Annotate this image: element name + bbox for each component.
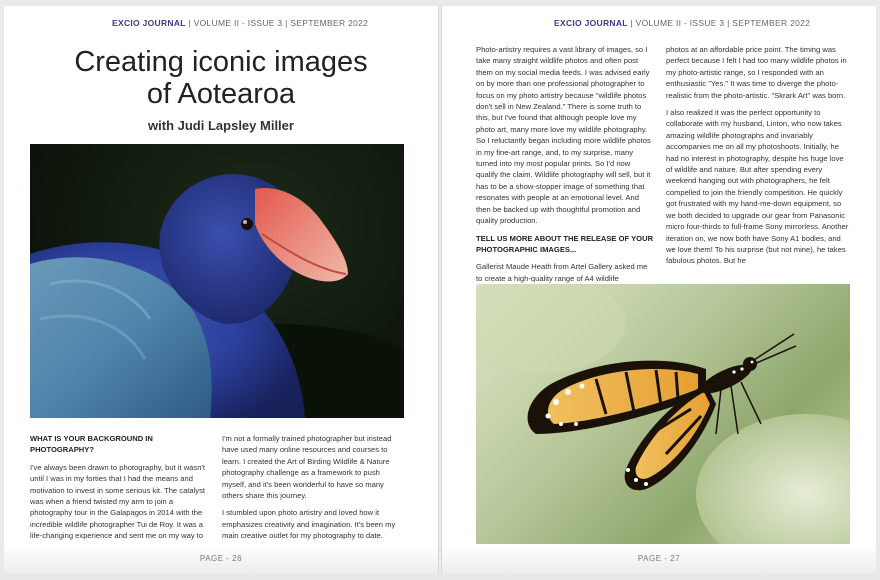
article-byline: with Judi Lapsley Miller bbox=[148, 118, 294, 133]
title-line-1: Creating iconic images bbox=[74, 46, 368, 78]
paragraph: I'm not a formally trained photographer … bbox=[222, 434, 392, 501]
takahe-illustration bbox=[30, 174, 404, 418]
paragraph: Gallerist Maude Heath from Artel Gallery… bbox=[476, 262, 648, 283]
right-page: EXCIO JOURNAL | VOLUME II - ISSUE 3 | SE… bbox=[442, 6, 876, 574]
page-number-right: PAGE - 27 bbox=[442, 544, 876, 574]
right-column-2: photos at an affordable price point. The… bbox=[666, 44, 850, 273]
right-column-1: Photo-artistry requires a vast library o… bbox=[476, 44, 654, 290]
left-column-1: WHAT IS YOUR BACKGROUND IN PHOTOGRAPHY? … bbox=[30, 433, 208, 559]
left-page: EXCIO JOURNAL | VOLUME II - ISSUE 3 | SE… bbox=[4, 6, 438, 574]
journal-name: EXCIO JOURNAL bbox=[554, 18, 628, 28]
page-number-left: PAGE - 26 bbox=[4, 544, 438, 574]
issue-info: | VOLUME II - ISSUE 3 | SEPTEMBER 2022 bbox=[627, 18, 811, 28]
paragraph: I also realized it was the perfect oppor… bbox=[666, 108, 849, 266]
paragraph: I've always been drawn to photography, b… bbox=[30, 462, 206, 552]
takahe-bird-photo bbox=[30, 144, 404, 418]
paragraph: Photo-artistry requires a vast library o… bbox=[476, 45, 651, 226]
question-heading: TELL US MORE ABOUT THE RELEASE OF YOUR P… bbox=[476, 233, 654, 254]
monarch-butterfly-photo bbox=[476, 284, 850, 544]
butterfly-illustration bbox=[476, 284, 850, 544]
page-header-left: EXCIO JOURNAL | VOLUME II - ISSUE 3 | SE… bbox=[112, 18, 368, 28]
paragraph: photos at an affordable price point. The… bbox=[666, 45, 847, 100]
issue-info: | VOLUME II - ISSUE 3 | SEPTEMBER 2022 bbox=[185, 18, 369, 28]
left-column-2: I'm not a formally trained photographer … bbox=[222, 433, 402, 548]
page-header-right: EXCIO JOURNAL | VOLUME II - ISSUE 3 | SE… bbox=[554, 18, 810, 28]
title-line-2: of Aotearoa bbox=[146, 78, 296, 110]
question-heading: WHAT IS YOUR BACKGROUND IN PHOTOGRAPHY? bbox=[30, 434, 153, 455]
article-title: Creating iconic images of Aotearoa bbox=[34, 46, 408, 110]
paragraph: I stumbled upon photo artistry and loved… bbox=[222, 508, 396, 541]
journal-name: EXCIO JOURNAL bbox=[112, 18, 186, 28]
